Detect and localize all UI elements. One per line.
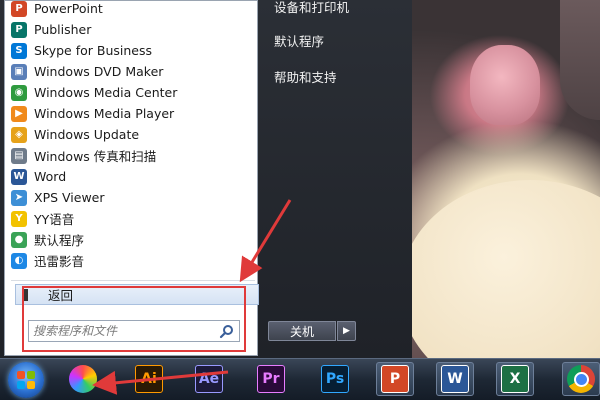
xps-viewer-icon: ➤ [11,189,27,206]
program-item[interactable]: ▣ Windows DVD Maker [5,61,257,82]
taskbar-button[interactable] [64,362,102,396]
word-taskbar-icon: W [441,365,469,393]
program-label: 迅雷影音 [34,254,85,269]
all-programs-list: P PowerPoint P Publisher S Skype for Business… [5,0,257,271]
program-label: YY语音 [34,212,75,227]
program-item[interactable]: ● 默认程序 [5,229,257,250]
highlight-box-back-search [22,286,246,352]
premiere-icon: Pr [257,365,285,393]
program-label: 默认程序 [34,233,85,248]
taskbar-button[interactable]: X [496,362,534,396]
taskbar-button[interactable]: Ai [130,362,168,396]
excel-taskbar-icon: X [501,365,529,393]
program-item[interactable]: ➤ XPS Viewer [5,187,257,208]
yy-voice-icon: Y [11,210,27,227]
help-and-support-link[interactable]: 帮助和支持 [274,67,337,86]
program-label: Windows Media Player [34,106,175,121]
program-item[interactable]: P PowerPoint [5,0,257,19]
skype-icon: S [11,42,27,59]
program-item[interactable]: P Publisher [5,19,257,40]
taskbar-button[interactable]: Ae [190,362,228,396]
taskbar-button[interactable]: Ps [316,362,354,396]
default-programs-link[interactable]: 默认程序 [274,31,324,50]
publisher-icon: P [11,21,27,38]
menu-divider [11,280,255,281]
program-item[interactable]: ◐ 迅雷影音 [5,250,257,271]
illustrator-icon: Ai [135,365,163,393]
program-label: Windows 传真和扫描 [34,149,157,164]
media-player-icon: ▶ [11,105,27,122]
xunlei-player-icon: ◐ [11,252,27,269]
wallpaper-fabric [400,180,600,358]
shutdown-button[interactable]: 关机 [268,321,336,341]
program-label: Publisher [34,22,92,37]
start-button[interactable] [8,362,44,398]
after-effects-icon: Ae [195,365,223,393]
program-item[interactable]: W Word [5,166,257,187]
taskbar-button[interactable]: Pr [252,362,290,396]
windows-logo-icon [17,371,35,389]
program-item[interactable]: ◉ Windows Media Center [5,82,257,103]
photoshop-icon: Ps [321,365,349,393]
default-programs-icon: ● [11,231,27,248]
fax-scan-icon: ▤ [11,147,27,164]
app-pinwheel-icon [69,365,97,393]
powerpoint-taskbar-icon: P [381,365,409,393]
program-label: Windows DVD Maker [34,64,164,79]
chrome-icon [567,365,595,393]
program-item[interactable]: ▶ Windows Media Player [5,103,257,124]
windows-update-icon: ◈ [11,126,27,143]
taskbar-button[interactable]: W [436,362,474,396]
program-label: Windows Update [34,127,140,142]
program-label: XPS Viewer [34,190,105,205]
start-menu-right-panel: 设备和打印机 默认程序 帮助和支持 [262,0,408,356]
wallpaper-hair [560,0,600,120]
wallpaper-knot [470,45,540,125]
media-center-icon: ◉ [11,84,27,101]
dvd-maker-icon: ▣ [11,63,27,80]
program-item[interactable]: ▤ Windows 传真和扫描 [5,145,257,166]
powerpoint-icon: P [11,0,27,17]
program-label: Word [34,169,67,184]
program-item[interactable]: Y YY语音 [5,208,257,229]
program-label: Skype for Business [34,43,153,58]
devices-and-printers-link[interactable]: 设备和打印机 [274,0,349,16]
taskbar-button[interactable]: P [376,362,414,396]
taskbar-button[interactable] [562,362,600,396]
program-item[interactable]: ◈ Windows Update [5,124,257,145]
chrome-center-icon [573,371,589,387]
program-item[interactable]: S Skype for Business [5,40,257,61]
word-icon: W [11,168,27,185]
program-label: Windows Media Center [34,85,178,100]
shutdown-options-button[interactable]: ▶ [337,321,356,341]
program-label: PowerPoint [34,1,103,16]
chevron-right-icon: ▶ [343,326,350,336]
